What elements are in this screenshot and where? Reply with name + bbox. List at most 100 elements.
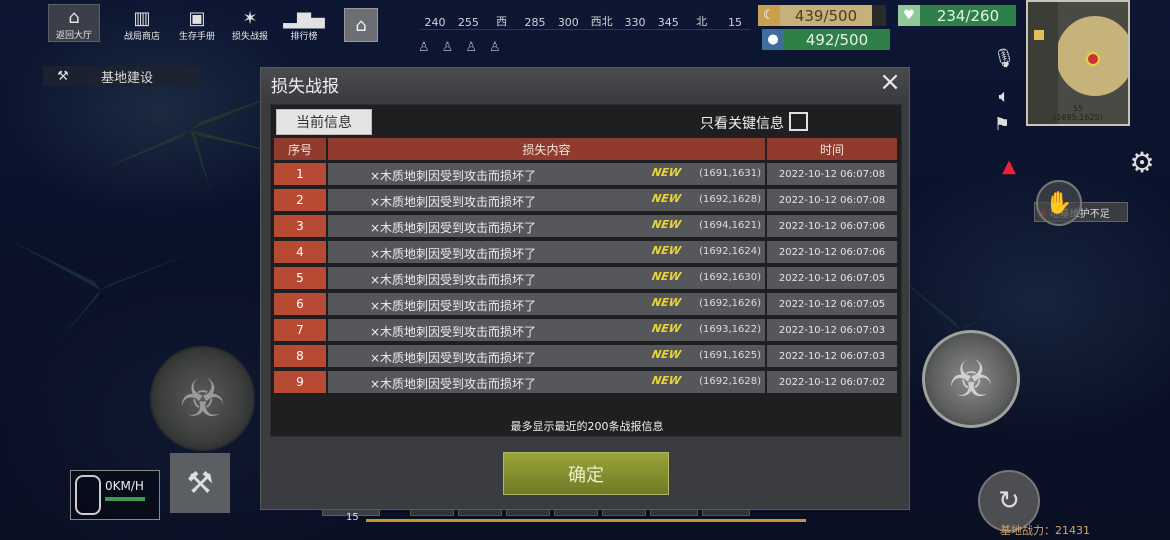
water-value: 492/500: [784, 29, 890, 50]
row-coordinates[interactable]: (1692,1628): [699, 376, 761, 387]
row-coordinates[interactable]: (1691,1631): [699, 168, 761, 179]
car-icon: [75, 475, 101, 515]
home-icon: ⌂: [68, 7, 80, 28]
table-header: 序号 损失内容 时间: [274, 138, 899, 160]
table-row[interactable]: 7 ×木质地刺因受到攻击而损坏了 NEW (1693,1622) 2022-10…: [274, 319, 899, 341]
hand-icon: ✋: [1045, 190, 1073, 216]
fire-button[interactable]: ☣: [922, 330, 1020, 428]
close-button[interactable]: ×: [877, 69, 903, 96]
house-plus-icon: ⌂: [355, 14, 367, 36]
compass-mark: 300: [557, 16, 579, 29]
table-row[interactable]: 2 ×木质地刺因受到攻击而损坏了 NEW (1692,1628) 2022-10…: [274, 189, 899, 211]
row-coordinates[interactable]: (1692,1626): [699, 298, 761, 309]
compass-mark: 255: [457, 16, 479, 29]
report-panel: 当前信息 只看关键信息 序号 损失内容 时间 1 ×木质地刺因受到攻击而损坏了 …: [270, 104, 902, 437]
base-build-tab[interactable]: ⚒ 基地建设: [43, 66, 199, 86]
row-text: ×木质地刺因受到攻击而损坏了: [370, 377, 537, 391]
new-badge: NEW: [650, 374, 683, 387]
confirm-button[interactable]: 确定: [503, 452, 669, 495]
table-row[interactable]: 9 ×木质地刺因受到攻击而损坏了 NEW (1692,1628) 2022-10…: [274, 371, 899, 393]
row-time: 2022-10-12 06:07:06: [767, 215, 897, 237]
team-markers: ♙ ♙ ♙ ♙: [418, 40, 501, 55]
row-time: 2022-10-12 06:07:06: [767, 241, 897, 263]
damage-report-button[interactable]: ✶ 损失战报: [224, 4, 276, 43]
survival-handbook-label: 生存手册: [178, 32, 215, 42]
row-index: 5: [274, 267, 326, 289]
survival-handbook-button[interactable]: ▣ 生存手册: [171, 4, 223, 43]
tab-current-info[interactable]: 当前信息: [276, 109, 372, 135]
build-tool-button[interactable]: ⚒: [170, 453, 230, 513]
base-marker-icon: [1034, 30, 1044, 40]
minimap[interactable]: 55 (1695,1625): [1026, 0, 1130, 126]
table-row[interactable]: 3 ×木质地刺因受到攻击而损坏了 NEW (1694,1621) 2022-10…: [274, 215, 899, 237]
compass-mark: 345: [657, 16, 679, 29]
speaker-muted-icon[interactable]: 🔈︎: [990, 82, 1018, 110]
settings-gear-icon[interactable]: ⚙: [1128, 146, 1156, 179]
row-coordinates[interactable]: (1693,1622): [699, 324, 761, 335]
row-coordinates[interactable]: (1692,1628): [699, 194, 761, 205]
shop-icon: ▥: [133, 8, 151, 29]
match-shop-button[interactable]: ▥ 战局商店: [116, 4, 168, 43]
column-header-time: 时间: [767, 138, 897, 160]
row-coordinates[interactable]: (1692,1630): [699, 272, 761, 283]
table-row[interactable]: 5 ×木质地刺因受到攻击而损坏了 NEW (1692,1630) 2022-10…: [274, 267, 899, 289]
row-index: 9: [274, 371, 326, 393]
interact-button[interactable]: ✋: [1036, 180, 1082, 226]
compass-mark: 西北: [590, 15, 613, 28]
row-content: ×木质地刺因受到攻击而损坏了 NEW (1694,1621): [328, 215, 765, 237]
dialog-title: 损失战报: [271, 77, 339, 97]
new-badge: NEW: [650, 348, 683, 361]
row-time: 2022-10-12 06:07:02: [767, 371, 897, 393]
biohazard-icon: ☣: [948, 350, 994, 408]
row-time: 2022-10-12 06:07:08: [767, 163, 897, 185]
row-text: ×木质地刺因受到攻击而损坏了: [370, 299, 537, 313]
hammer-icon: ⚒: [186, 465, 214, 501]
row-time: 2022-10-12 06:07:05: [767, 267, 897, 289]
table-row[interactable]: 8 ×木质地刺因受到攻击而损坏了 NEW (1691,1625) 2022-10…: [274, 345, 899, 367]
return-lobby-button[interactable]: ⌂ 返回大厅: [48, 4, 100, 42]
new-badge: NEW: [650, 322, 683, 335]
new-badge: NEW: [650, 218, 683, 231]
report-table: 1 ×木质地刺因受到攻击而损坏了 NEW (1691,1631) 2022-10…: [274, 163, 899, 397]
row-content: ×木质地刺因受到攻击而损坏了 NEW (1692,1624): [328, 241, 765, 263]
new-badge: NEW: [650, 270, 683, 283]
book-icon: ▣: [188, 8, 206, 29]
table-row[interactable]: 6 ×木质地刺因受到攻击而损坏了 NEW (1692,1626) 2022-10…: [274, 293, 899, 315]
row-coordinates[interactable]: (1692,1624): [699, 246, 761, 257]
add-building-button[interactable]: ⌂: [344, 8, 378, 42]
base-build-label: 基地建设: [101, 70, 154, 86]
hunger-icon: ☾: [758, 5, 780, 26]
base-power: 基地战力：21431: [1000, 524, 1090, 537]
row-index: 1: [274, 163, 326, 185]
row-content: ×木质地刺因受到攻击而损坏了 NEW (1693,1622): [328, 319, 765, 341]
table-row[interactable]: 4 ×木质地刺因受到攻击而损坏了 NEW (1692,1624) 2022-10…: [274, 241, 899, 263]
row-index: 7: [274, 319, 326, 341]
health-value: 234/260: [920, 5, 1016, 26]
report-limit-note: 最多显示最近的200条战报信息: [510, 420, 664, 433]
row-text: ×木质地刺因受到攻击而损坏了: [370, 195, 537, 209]
flag-icon[interactable]: ⚑: [988, 110, 1016, 138]
row-time: 2022-10-12 06:07:05: [767, 293, 897, 315]
compass-mark: 330: [624, 16, 646, 29]
row-index: 4: [274, 241, 326, 263]
ranking-button[interactable]: ▂▆▄ 排行榜: [278, 4, 330, 43]
left-joystick[interactable]: ☣: [150, 346, 255, 451]
alert-icon: ▲: [1002, 155, 1016, 177]
new-badge: NEW: [650, 166, 683, 179]
biohazard-icon: ☣: [179, 368, 226, 429]
row-text: ×木质地刺因受到攻击而损坏了: [370, 351, 537, 365]
column-header-content: 损失内容: [328, 138, 765, 160]
health-bar: ♥ 234/260: [898, 5, 1016, 26]
microphone-muted-icon[interactable]: 🎙︎: [990, 44, 1018, 72]
row-coordinates[interactable]: (1691,1625): [699, 350, 761, 361]
teammate-icon: ♙: [488, 40, 501, 55]
damage-report-icon: ✶: [242, 8, 258, 29]
minimap-zoom: 55: [1072, 104, 1084, 113]
teammate-icon: ♙: [465, 40, 477, 55]
vehicle-speed: 0KM/H: [105, 479, 144, 493]
dialog-header: 损失战报 ×: [261, 68, 909, 98]
row-content: ×木质地刺因受到攻击而损坏了 NEW (1692,1626): [328, 293, 765, 315]
table-row[interactable]: 1 ×木质地刺因受到攻击而损坏了 NEW (1691,1631) 2022-10…: [274, 163, 899, 185]
key-info-checkbox[interactable]: [789, 112, 808, 131]
row-coordinates[interactable]: (1694,1621): [699, 220, 761, 231]
